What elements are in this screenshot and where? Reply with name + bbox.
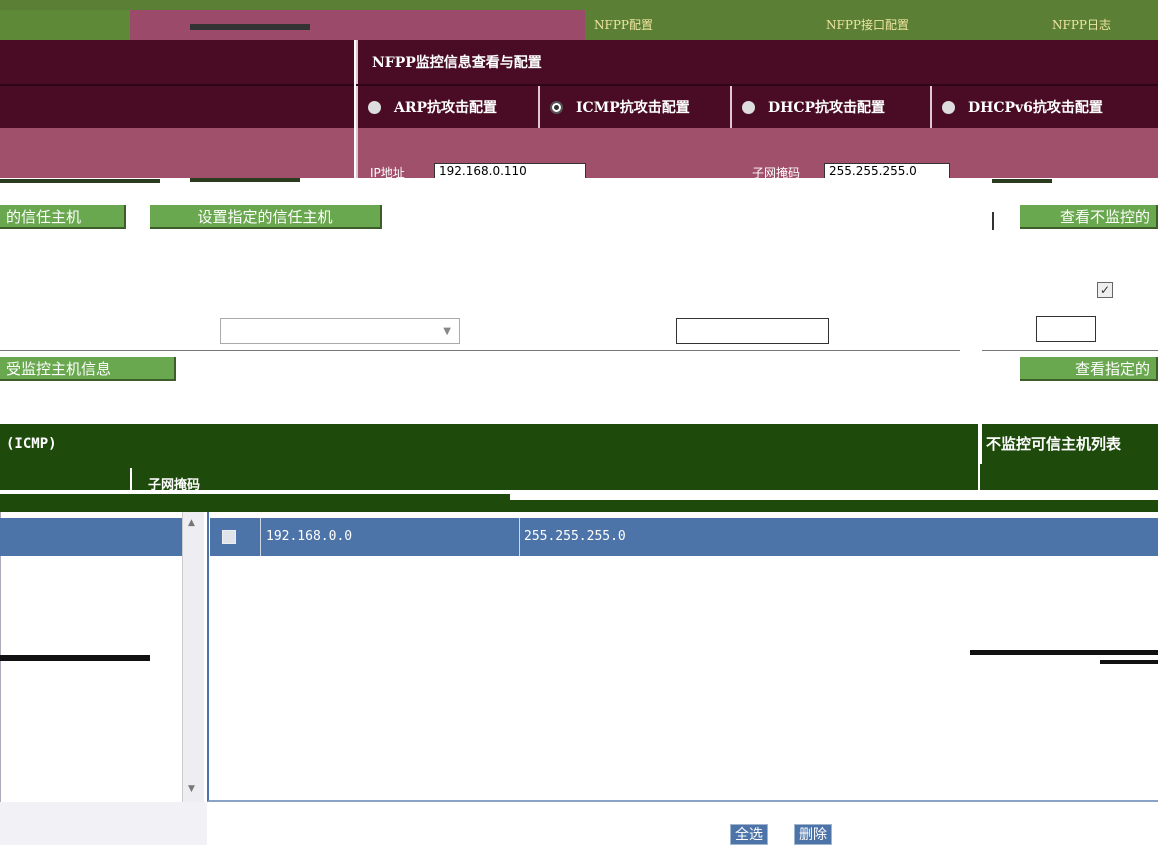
- radio-dhcp-label: DHCP抗攻击配置: [768, 100, 886, 116]
- column-divider: [130, 468, 132, 490]
- host-input-field[interactable]: [676, 318, 829, 344]
- list-scrollbar[interactable]: ▲ ▼: [182, 512, 204, 802]
- radio-arp-label: ARP抗攻击配置: [394, 100, 498, 116]
- list-item-selected[interactable]: [0, 518, 182, 556]
- radio-selected-icon[interactable]: [550, 100, 563, 114]
- row-checkbox[interactable]: [222, 530, 236, 544]
- chevron-down-icon: ▼: [443, 326, 451, 337]
- delete-button[interactable]: 删除: [794, 824, 832, 845]
- radio-dhcpv6-label: DHCPv6抗攻击配置: [968, 100, 1103, 116]
- view-unmonitored-button[interactable]: 查看不监控的: [1020, 205, 1158, 229]
- radio-icmp-label: ICMP抗攻击配置: [576, 100, 690, 116]
- list-footer: [0, 802, 207, 845]
- radio-arp[interactable]: ARP抗攻击配置: [356, 86, 538, 128]
- divider: [0, 350, 960, 351]
- radio-dhcp[interactable]: DHCP抗攻击配置: [730, 86, 930, 128]
- radio-icon[interactable]: [942, 100, 955, 114]
- tab-nfpp-interface-config[interactable]: NFPP接口配置: [826, 10, 909, 40]
- value-input-field[interactable]: [1036, 316, 1096, 342]
- artifact: [190, 178, 300, 182]
- icmp-section-header: (ICMP): [0, 424, 978, 464]
- tab-nfpp-log[interactable]: NFPP日志: [1052, 10, 1111, 40]
- host-select-dropdown[interactable]: ▼: [220, 318, 460, 344]
- radio-icmp[interactable]: ICMP抗攻击配置: [538, 86, 730, 128]
- left-header-block: [0, 40, 354, 84]
- set-trusted-host-button[interactable]: 设置指定的信任主机: [150, 205, 382, 229]
- panel-title: NFPP监控信息查看与配置: [356, 40, 1158, 84]
- left-header-block-2: [0, 84, 354, 128]
- tab-artifact-bar: [190, 24, 310, 30]
- artifact: [0, 655, 150, 661]
- trusted-host-button[interactable]: 的信任主机: [0, 205, 126, 229]
- artifact: [510, 500, 1158, 512]
- cell-divider: [260, 518, 261, 556]
- artifact: [970, 650, 1158, 655]
- select-all-button[interactable]: 全选: [730, 824, 768, 845]
- monitored-host-info-button[interactable]: 受监控主机信息: [0, 357, 176, 381]
- artifact: [0, 494, 510, 512]
- artifact: [1100, 660, 1158, 664]
- unmonitored-host-list-header: 不监控可信主机列表: [980, 424, 1158, 464]
- radio-dhcpv6[interactable]: DHCPv6抗攻击配置: [930, 86, 1158, 128]
- divider: [992, 212, 994, 230]
- tab-bar: NFPP配置 NFPP接口配置 NFPP日志: [0, 0, 1158, 40]
- scroll-up-icon[interactable]: ▲: [188, 518, 195, 528]
- artifact: [992, 179, 1052, 183]
- ip-info-row: IP地址 192.168.0.110 子网掩码 255.255.255.0: [356, 128, 1158, 180]
- cell-divider: [519, 518, 520, 556]
- tab-left-segment[interactable]: [0, 10, 130, 40]
- view-specified-button[interactable]: 查看指定的: [1020, 357, 1158, 381]
- radio-icon[interactable]: [742, 100, 755, 114]
- column-divider: [978, 464, 980, 490]
- cell-mask: 255.255.255.0: [524, 529, 626, 544]
- enable-checkbox[interactable]: ✓: [1097, 282, 1113, 298]
- artifact: [0, 179, 160, 183]
- table-column-header-row: 子网掩码: [0, 464, 1158, 493]
- table-row[interactable]: 192.168.0.0 255.255.255.0: [210, 518, 1158, 556]
- render-artifact-strip: [0, 178, 1158, 185]
- attack-type-radio-group: ARP抗攻击配置 ICMP抗攻击配置 DHCP抗攻击配置 DHCPv6抗攻击配置: [356, 84, 1158, 128]
- radio-icon[interactable]: [368, 100, 381, 114]
- scroll-down-icon[interactable]: ▼: [188, 784, 195, 794]
- cell-ip: 192.168.0.0: [266, 529, 353, 544]
- divider: [982, 350, 1158, 351]
- tab-nfpp-config[interactable]: NFPP配置: [594, 10, 653, 40]
- left-info-block: [0, 128, 354, 180]
